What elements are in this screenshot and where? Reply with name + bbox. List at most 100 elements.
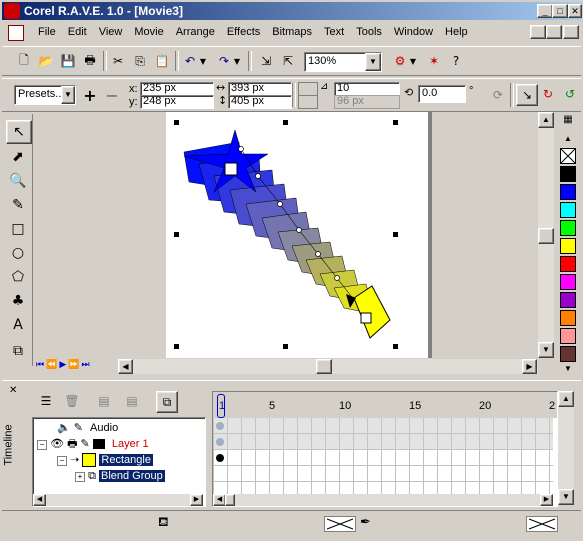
launcher-dropdown-icon[interactable]: ▼ xyxy=(408,51,418,71)
menu-text[interactable]: Text xyxy=(318,23,350,41)
prev-frame-icon[interactable]: ⏪ xyxy=(46,360,57,370)
tree-row-blend-group[interactable]: + ⧉ Blend Group xyxy=(75,468,165,484)
interactive-blend-tool-icon[interactable]: ⧉ xyxy=(6,340,30,362)
palette-scroll-down[interactable]: ▼ xyxy=(560,364,576,374)
blend-steps-field[interactable]: 10 xyxy=(334,82,400,96)
swatch-magenta[interactable] xyxy=(560,274,576,290)
doc-minimize-button[interactable] xyxy=(530,25,546,39)
menu-bitmaps[interactable]: Bitmaps xyxy=(266,23,318,41)
swatch-green[interactable] xyxy=(560,220,576,236)
canvas-area[interactable] xyxy=(34,112,538,358)
scroll-left-button[interactable]: ◀ xyxy=(118,359,133,374)
open-icon[interactable]: 📂 xyxy=(36,51,56,71)
menu-window[interactable]: Window xyxy=(388,23,439,41)
redo-dropdown-icon[interactable]: ▼ xyxy=(232,51,242,71)
frame-grid[interactable] xyxy=(213,418,553,498)
menu-view[interactable]: View xyxy=(93,23,129,41)
tree-row-rectangle[interactable]: − ➝ Rectangle xyxy=(57,452,153,468)
swatch-black[interactable] xyxy=(560,166,576,182)
basic-shapes-tool-icon[interactable]: ♣ xyxy=(6,290,30,312)
redo-icon[interactable]: ↷ xyxy=(214,51,234,71)
delete-layer-icon[interactable]: 🗑 xyxy=(62,391,82,411)
tree-scroll-left[interactable]: ◀ xyxy=(33,494,46,506)
swatch-purple[interactable] xyxy=(560,292,576,308)
import-icon[interactable]: ⇲ xyxy=(256,51,276,71)
app-launcher-icon[interactable]: ⚙ xyxy=(390,51,410,71)
undo-dropdown-icon[interactable]: ▼ xyxy=(198,51,208,71)
presets-dropdown-icon[interactable]: ▼ xyxy=(61,86,75,104)
blend-steps-icon[interactable] xyxy=(298,82,318,96)
expand-icon[interactable]: + xyxy=(75,472,85,482)
shape-tool-icon[interactable]: ⬈ xyxy=(6,146,30,168)
undo-icon[interactable]: ↶ xyxy=(180,51,200,71)
counterclockwise-blend-icon[interactable]: ↺ xyxy=(560,84,580,104)
whats-this-icon[interactable]: ? xyxy=(446,51,466,71)
save-icon[interactable]: 💾 xyxy=(58,51,78,71)
minimize-button[interactable]: _ xyxy=(537,4,553,18)
timeline-frames[interactable]: 1 5 10 15 20 2 ◀ ▶ xyxy=(212,391,558,507)
add-preset-icon[interactable]: + xyxy=(80,85,100,105)
printer-icon[interactable]: 🖶 xyxy=(67,438,77,450)
scroll-up-button[interactable]: ▲ xyxy=(538,112,554,128)
swatch-pink[interactable] xyxy=(560,328,576,344)
height-field[interactable]: 405 px xyxy=(228,95,292,109)
vertical-scroll-thumb[interactable] xyxy=(538,228,554,244)
blend-spacing-icon[interactable] xyxy=(298,95,318,109)
tree-hscroll[interactable]: ◀ ▶ xyxy=(33,494,203,506)
frames-scroll-up[interactable]: ▲ xyxy=(558,391,574,407)
tree-row-layer1[interactable]: − 👁 🖶 ✎ Layer 1 xyxy=(37,436,149,452)
corel-online-icon[interactable]: ✶ xyxy=(424,51,444,71)
scroll-right-button[interactable]: ▶ xyxy=(522,359,537,374)
pick-tool-icon[interactable]: ↖ xyxy=(6,120,32,144)
tree-scroll-right[interactable]: ▶ xyxy=(190,494,203,506)
tree-row-audio[interactable]: 🔈 ✎ Audio xyxy=(57,420,118,436)
eye-icon[interactable]: 👁 xyxy=(50,438,64,450)
export-icon[interactable]: ⇱ xyxy=(278,51,298,71)
doc-restore-button[interactable] xyxy=(546,25,562,39)
first-frame-icon[interactable]: ⏮ xyxy=(36,360,44,370)
paste-icon[interactable]: 📋 xyxy=(152,51,172,71)
vertical-scrollbar[interactable]: ▲ ▼ xyxy=(538,112,554,358)
zoom-tool-icon[interactable]: 🔍 xyxy=(6,170,30,192)
polygon-tool-icon[interactable]: ⬠ xyxy=(6,266,30,288)
cut-icon[interactable]: ✂ xyxy=(108,51,128,71)
direct-blend-icon[interactable]: ↘ xyxy=(516,84,538,106)
zoom-dropdown-icon[interactable]: ▼ xyxy=(365,53,381,71)
swatch-yellow[interactable] xyxy=(560,238,576,254)
play-icon[interactable]: ▶ xyxy=(59,360,66,370)
keyframe-marker[interactable] xyxy=(216,438,224,446)
swatch-orange[interactable] xyxy=(560,310,576,326)
copy-icon[interactable]: ⎘ xyxy=(130,51,150,71)
menu-arrange[interactable]: Arrange xyxy=(170,23,221,41)
next-frame-icon[interactable]: ⏩ xyxy=(68,360,79,370)
keyframe-marker[interactable] xyxy=(216,454,224,462)
zoom-select[interactable]: 130% ▼ xyxy=(304,52,382,72)
horizontal-scroll-thumb[interactable] xyxy=(316,359,332,374)
horizontal-scrollbar[interactable]: ◀ ▶ xyxy=(118,359,538,374)
collapse-icon[interactable]: − xyxy=(37,440,47,450)
frames-hscroll[interactable]: ◀ ▶ xyxy=(213,494,553,506)
outline-indicator[interactable] xyxy=(526,516,558,532)
width-field[interactable]: 393 px xyxy=(228,82,292,96)
blend-rotation-field[interactable]: 0.0 xyxy=(418,85,466,103)
swatch-cyan[interactable] xyxy=(560,202,576,218)
doc-close-button[interactable] xyxy=(563,25,579,39)
scroll-down-button[interactable]: ▼ xyxy=(538,342,554,358)
menu-effects[interactable]: Effects xyxy=(221,23,266,41)
fill-indicator[interactable] xyxy=(324,516,356,532)
clockwise-blend-icon[interactable]: ↻ xyxy=(538,84,558,104)
x-position-field[interactable]: 235 px xyxy=(140,82,214,96)
close-button[interactable]: ✕ xyxy=(568,4,582,18)
menu-help[interactable]: Help xyxy=(439,23,474,41)
edit-pencil-icon[interactable]: ✎ xyxy=(81,437,90,450)
swatch-red[interactable] xyxy=(560,256,576,272)
swatch-blue[interactable] xyxy=(560,184,576,200)
loop-blend-icon[interactable]: ⟳ xyxy=(488,85,508,105)
no-fill-swatch[interactable] xyxy=(560,148,576,164)
menu-tools[interactable]: Tools xyxy=(350,23,388,41)
menu-movie[interactable]: Movie xyxy=(128,23,169,41)
presets-select[interactable]: Presets... ▼ xyxy=(14,85,76,105)
keyframe-marker[interactable] xyxy=(216,422,224,430)
layer-manager-icon[interactable]: ⧉ xyxy=(156,391,178,413)
ellipse-tool-icon[interactable]: ○ xyxy=(6,242,30,264)
